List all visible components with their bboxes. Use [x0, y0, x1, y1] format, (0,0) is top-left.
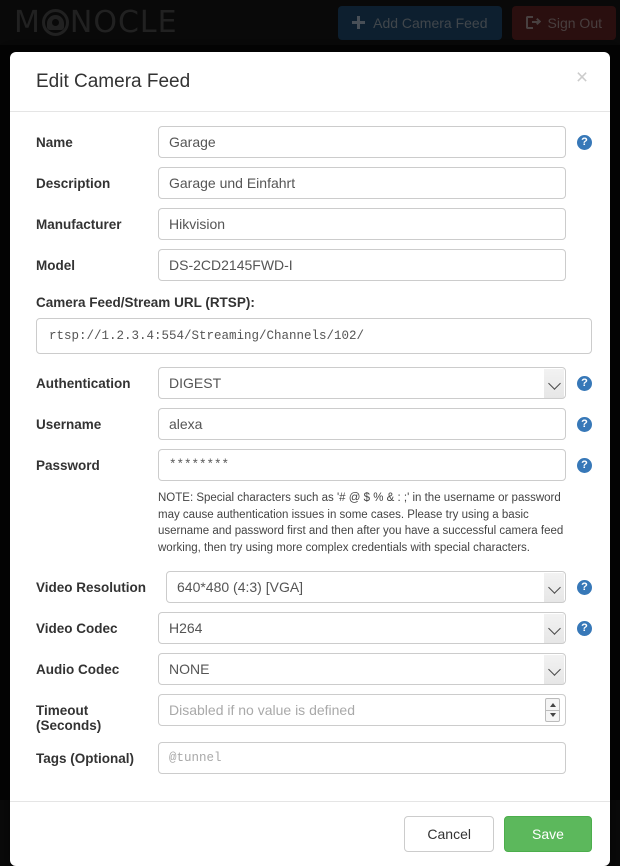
dialog-title: Edit Camera Feed: [36, 71, 191, 92]
authentication-select[interactable]: DIGEST: [158, 367, 566, 399]
model-input[interactable]: [158, 249, 566, 281]
description-label: Description: [36, 176, 111, 191]
authentication-label: Authentication: [36, 376, 131, 391]
manufacturer-label: Manufacturer: [36, 217, 122, 232]
stream-url-input[interactable]: [36, 318, 592, 354]
cancel-button[interactable]: Cancel: [404, 815, 494, 852]
username-input[interactable]: [158, 408, 566, 440]
field-row-username: Username ?: [36, 408, 592, 440]
field-row-tags: Tags (Optional): [36, 741, 592, 774]
credentials-note-row: NOTE: Special characters such as '# @ $ …: [36, 490, 592, 557]
field-row-manufacturer: Manufacturer: [36, 208, 592, 240]
video-codec-help-icon[interactable]: ?: [577, 620, 592, 636]
authentication-help-icon[interactable]: ?: [577, 376, 592, 391]
field-row-audio-codec: Audio Codec NONE: [36, 652, 592, 685]
dialog-body: Name ? Description Manufacturer Model: [10, 112, 610, 793]
username-help-icon[interactable]: ?: [577, 417, 592, 432]
name-label: Name: [36, 135, 73, 150]
timeout-label-line2: (Seconds): [36, 717, 102, 733]
field-row-description: Description: [36, 167, 592, 199]
field-row-name: Name ?: [36, 126, 592, 158]
timeout-input[interactable]: [158, 693, 566, 726]
timeout-label-line1: Timeout: [36, 702, 89, 718]
timeout-label: Timeout (Seconds): [36, 694, 158, 733]
video-resolution-help-icon[interactable]: ?: [577, 579, 592, 595]
name-input[interactable]: [158, 126, 566, 158]
audio-codec-select[interactable]: NONE: [158, 652, 566, 685]
field-row-model: Model: [36, 249, 592, 281]
username-label: Username: [36, 417, 102, 432]
audio-codec-label: Audio Codec: [36, 661, 120, 677]
description-input[interactable]: [158, 167, 566, 199]
manufacturer-input[interactable]: [158, 208, 566, 240]
close-icon[interactable]: ×: [572, 67, 592, 88]
video-resolution-select[interactable]: 640*480 (4:3) [VGA]: [166, 570, 566, 603]
video-codec-label: Video Codec: [36, 620, 118, 636]
password-help-icon[interactable]: ?: [577, 458, 592, 473]
stepper-up-icon[interactable]: [549, 702, 556, 707]
dialog-header: Edit Camera Feed ×: [10, 52, 610, 112]
field-row-password: Password ?: [36, 449, 592, 481]
stepper-down-icon[interactable]: [549, 712, 556, 717]
save-button[interactable]: Save: [504, 815, 592, 852]
field-row-timeout: Timeout (Seconds): [36, 693, 592, 733]
field-row-video-resolution: Video Resolution 640*480 (4:3) [VGA] ?: [36, 570, 592, 603]
model-label: Model: [36, 258, 75, 273]
tags-input[interactable]: [158, 741, 566, 774]
tags-label: Tags (Optional): [36, 750, 134, 766]
stream-url-block: Camera Feed/Stream URL (RTSP):: [36, 295, 592, 354]
name-help-icon[interactable]: ?: [577, 135, 592, 150]
password-input[interactable]: [158, 449, 566, 481]
dialog-footer: Cancel Save: [10, 800, 610, 866]
timeout-stepper[interactable]: [545, 697, 560, 722]
edit-camera-feed-dialog: Edit Camera Feed × Name ? Description Ma…: [10, 52, 610, 866]
stream-url-label: Camera Feed/Stream URL (RTSP):: [36, 295, 255, 310]
video-resolution-label: Video Resolution: [36, 579, 147, 595]
field-row-video-codec: Video Codec H264 ?: [36, 611, 592, 644]
password-label: Password: [36, 458, 100, 473]
credentials-note: NOTE: Special characters such as '# @ $ …: [158, 492, 564, 555]
video-codec-select[interactable]: H264: [158, 611, 566, 644]
field-row-authentication: Authentication DIGEST ?: [36, 367, 592, 399]
